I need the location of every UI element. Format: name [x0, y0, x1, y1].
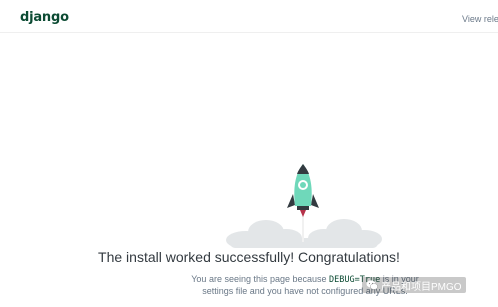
wechat-icon — [366, 280, 378, 290]
watermark-text: 产品和项目PMGO — [381, 281, 462, 293]
rocket-icon — [287, 164, 319, 242]
page: django View release notes for Django 2.0 — [0, 0, 498, 307]
install-success-heading: The install worked successfully! Congrat… — [98, 249, 400, 265]
hero-section: The install worked successfully! Congrat… — [0, 0, 498, 307]
subtext-before: You are seeing this page because — [191, 274, 330, 284]
watermark-badge: 产品和项目PMGO — [362, 277, 466, 293]
